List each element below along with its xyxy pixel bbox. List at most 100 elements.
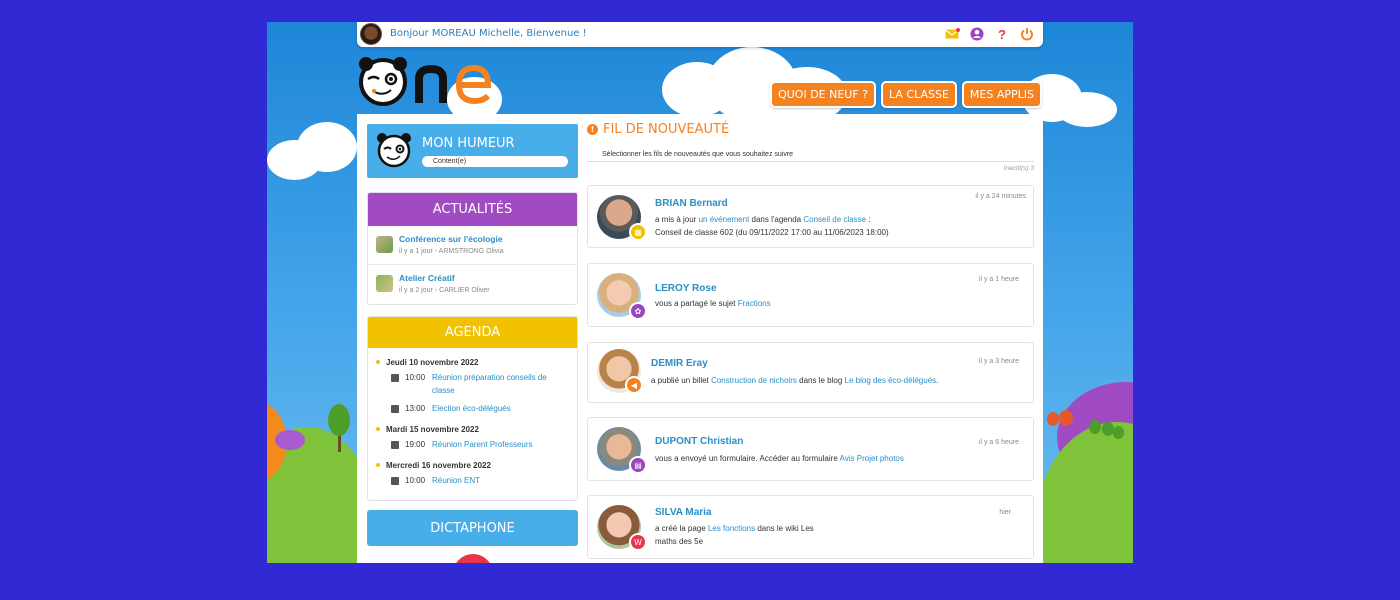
agenda-event[interactable]: 10:00 Réunion ENT bbox=[391, 476, 569, 487]
event-title[interactable]: Réunion préparation conseils de classe bbox=[432, 371, 569, 397]
news-item[interactable]: Atelier Créatif il y a 2 jour - CARLIER … bbox=[368, 265, 577, 304]
top-icons: ? bbox=[944, 26, 1035, 42]
dictaphone-card: DICTAPHONE bbox=[367, 510, 578, 546]
agenda-day: Jeudi 10 novembre 2022 bbox=[376, 358, 569, 367]
agenda-title[interactable]: AGENDA bbox=[368, 317, 577, 348]
event-time: 10:00 bbox=[405, 373, 426, 382]
feed-column: ! FIL DE NOUVEAUTÉ Sélectionner les fils… bbox=[587, 122, 1034, 559]
post-author[interactable]: BRIAN Bernard bbox=[655, 198, 728, 209]
post-author[interactable]: LEROY Rose bbox=[655, 283, 717, 294]
post-text-part: a mis à jour bbox=[655, 215, 697, 224]
alert-icon: ! bbox=[587, 124, 598, 135]
humeur-title: MON HUMEUR bbox=[422, 136, 515, 151]
post-author[interactable]: SILVA Maria bbox=[655, 507, 712, 518]
post-text-part: Conseil de classe 602 (du 09/11/2022 17:… bbox=[655, 228, 889, 237]
feed-filter-link[interactable]: Sélectionner les fils de nouveautés que … bbox=[587, 151, 1034, 162]
hill-decoration bbox=[275, 430, 305, 450]
wiki-icon: W bbox=[629, 533, 647, 551]
feed-post[interactable]: ✿ LEROY Rose il y a 1 heure vous a parta… bbox=[587, 263, 1034, 327]
nav-quoi-de-neuf[interactable]: QUOI DE NEUF ? bbox=[770, 81, 877, 108]
post-time: hier bbox=[999, 509, 1011, 516]
mail-icon[interactable] bbox=[944, 26, 960, 42]
tree-decoration bbox=[328, 404, 350, 436]
tree-decoration bbox=[1089, 420, 1101, 434]
post-text: a créé la page Les fonctions dans le wik… bbox=[655, 522, 855, 548]
news-meta: il y a 1 jour - ARMSTRONG Olivia bbox=[399, 248, 504, 255]
post-text: vous a envoyé un formulaire. Accéder au … bbox=[655, 452, 1025, 465]
post-link[interactable]: un événement bbox=[699, 215, 750, 224]
top-bar: Bonjour MOREAU Michelle, Bienvenue ! ? bbox=[357, 22, 1043, 47]
post-time: il y a 3 heure bbox=[978, 358, 1019, 365]
agenda-event[interactable]: 13:00 Election éco-délégués bbox=[391, 404, 569, 415]
calendar-icon: ▦ bbox=[629, 223, 647, 241]
dictaphone-title[interactable]: DICTAPHONE bbox=[367, 510, 578, 546]
humeur-widget[interactable]: MON HUMEUR Content(e) bbox=[367, 124, 578, 178]
tree-decoration bbox=[1059, 410, 1073, 426]
news-thumbnail bbox=[376, 236, 393, 253]
agenda-event[interactable]: 19:00 Réunion Parent Professeurs bbox=[391, 440, 569, 451]
post-link[interactable]: Le blog des éco-délégués bbox=[845, 376, 937, 385]
feed-post[interactable]: ◀ DEMIR Eray il y a 3 heure a publié un … bbox=[587, 342, 1034, 403]
post-link[interactable]: Fractions bbox=[738, 299, 771, 308]
tree-decoration bbox=[1113, 426, 1124, 439]
agenda-event[interactable]: 10:00 Réunion préparation conseils de cl… bbox=[391, 373, 569, 397]
post-link[interactable]: Construction de nichoirs bbox=[711, 376, 797, 385]
calendar-icon bbox=[391, 374, 399, 382]
news-thumbnail bbox=[376, 275, 393, 292]
agenda-card: AGENDA Jeudi 10 novembre 2022 10:00 Réun… bbox=[367, 316, 578, 501]
agenda-list: Jeudi 10 novembre 2022 10:00 Réunion pré… bbox=[368, 348, 577, 500]
news-item[interactable]: Conférence sur l'écologie il y a 1 jour … bbox=[368, 226, 577, 265]
event-title[interactable]: Réunion ENT bbox=[432, 474, 480, 487]
megaphone-icon: ◀ bbox=[625, 376, 643, 394]
cloud-decoration bbox=[267, 140, 322, 180]
news-title[interactable]: Atelier Créatif bbox=[399, 273, 490, 283]
hill-decoration bbox=[1037, 422, 1133, 563]
post-text-part: a publié un billet bbox=[651, 376, 709, 385]
post-text: vous a partagé le sujet Fractions bbox=[655, 297, 1025, 310]
calendar-icon bbox=[391, 477, 399, 485]
feed-title-text: FIL DE NOUVEAUTÉ bbox=[603, 122, 730, 137]
post-text-part: dans l'agenda bbox=[751, 215, 802, 224]
post-author[interactable]: DEMIR Eray bbox=[651, 358, 708, 369]
power-icon[interactable] bbox=[1019, 26, 1035, 42]
post-link[interactable]: Conseil de classe bbox=[803, 215, 866, 224]
post-time: il y a 6 heure bbox=[978, 439, 1019, 446]
post-text-part: . bbox=[936, 376, 939, 385]
help-icon[interactable]: ? bbox=[994, 26, 1010, 42]
post-text: a publié un billet Construction de nicho… bbox=[651, 374, 1026, 387]
inactive-count[interactable]: Inactif(s) 3 bbox=[587, 165, 1034, 172]
post-time: il y a 24 minutes bbox=[975, 193, 1026, 200]
event-title[interactable]: Réunion Parent Professeurs bbox=[432, 438, 533, 451]
humeur-value[interactable]: Content(e) bbox=[422, 156, 568, 167]
post-text: a mis à jour un événement dans l'agenda … bbox=[655, 213, 1025, 239]
feed-post[interactable]: ▦ BRIAN Bernard il y a 24 minutes a mis … bbox=[587, 185, 1034, 248]
feed-post[interactable]: ▤ DUPONT Christian il y a 6 heure vous a… bbox=[587, 417, 1034, 481]
form-icon: ▤ bbox=[629, 456, 647, 474]
nav-la-classe[interactable]: LA CLASSE bbox=[881, 81, 957, 108]
event-time: 13:00 bbox=[405, 404, 426, 413]
agenda-day: Mardi 15 novembre 2022 bbox=[376, 425, 569, 434]
event-time: 10:00 bbox=[405, 476, 426, 485]
feed-post[interactable]: W SILVA Maria hier a créé la page Les fo… bbox=[587, 495, 1034, 559]
news-meta: il y a 2 jour - CARLIER Oliver bbox=[399, 287, 490, 294]
greeting-text: Bonjour MOREAU Michelle, Bienvenue ! bbox=[390, 28, 587, 39]
tree-decoration bbox=[1047, 412, 1059, 426]
app-screen: Bonjour MOREAU Michelle, Bienvenue ! ? Q… bbox=[267, 22, 1133, 563]
nav-mes-applis[interactable]: MES APPLIS bbox=[961, 81, 1042, 108]
post-time: il y a 1 heure bbox=[978, 276, 1019, 283]
news-title[interactable]: Conférence sur l'écologie bbox=[399, 234, 504, 244]
actualites-title[interactable]: ACTUALITÉS bbox=[368, 193, 577, 226]
account-icon[interactable] bbox=[969, 26, 985, 42]
post-link[interactable]: Les fonctions bbox=[708, 524, 755, 533]
calendar-icon bbox=[391, 405, 399, 413]
user-avatar[interactable] bbox=[360, 23, 382, 45]
post-author[interactable]: DUPONT Christian bbox=[655, 436, 743, 447]
post-text-part: vous a partagé le sujet bbox=[655, 299, 736, 308]
post-link[interactable]: Avis Projet photos bbox=[840, 454, 904, 463]
one-logo[interactable] bbox=[357, 55, 507, 107]
left-column: MON HUMEUR Content(e) ACTUALITÉS Confére… bbox=[367, 124, 578, 563]
record-button[interactable] bbox=[451, 552, 495, 563]
event-title[interactable]: Election éco-délégués bbox=[432, 402, 511, 415]
cloud-decoration bbox=[1057, 92, 1117, 127]
exercise-icon: ✿ bbox=[629, 302, 647, 320]
